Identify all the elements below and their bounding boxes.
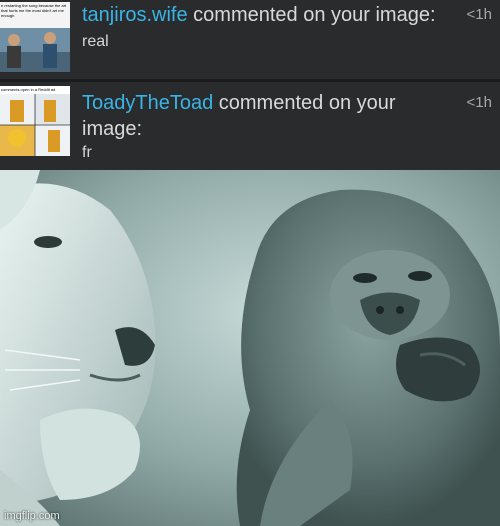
thumbnail-caption: comments open in a Reddit ad xyxy=(1,87,56,92)
notification-text-1: tanjiros.wife commented on your image: xyxy=(82,2,460,28)
watermark: imgflip.com xyxy=(4,510,60,522)
notification-thumbnail-1[interactable]: e restarting the song because the art th… xyxy=(0,2,70,72)
thinking-lion-monkey-image xyxy=(0,170,500,526)
username-link[interactable]: tanjiros.wife xyxy=(82,4,188,26)
timestamp: <1h xyxy=(466,6,492,23)
notification-thumbnail-2[interactable]: comments open in a Reddit ad xyxy=(0,86,70,156)
thumbnail-caption: e restarting the song because the art th… xyxy=(1,3,67,18)
notification-item-1[interactable]: e restarting the song because the art th… xyxy=(0,0,500,79)
meme-image: imgflip.com xyxy=(0,170,500,526)
notification-action: commented on your image: xyxy=(193,4,436,26)
username-link[interactable]: ToadyTheToad xyxy=(82,92,213,114)
notification-item-2[interactable]: ToadyTheToad commented on your image: <1… xyxy=(0,82,500,170)
timestamp: <1h xyxy=(466,94,492,111)
notification-text-2: ToadyTheToad commented on your image: xyxy=(82,90,460,142)
meme-thumbnail-image xyxy=(0,86,70,156)
comment-text: real xyxy=(82,33,109,50)
comment-text: fr xyxy=(82,144,92,161)
